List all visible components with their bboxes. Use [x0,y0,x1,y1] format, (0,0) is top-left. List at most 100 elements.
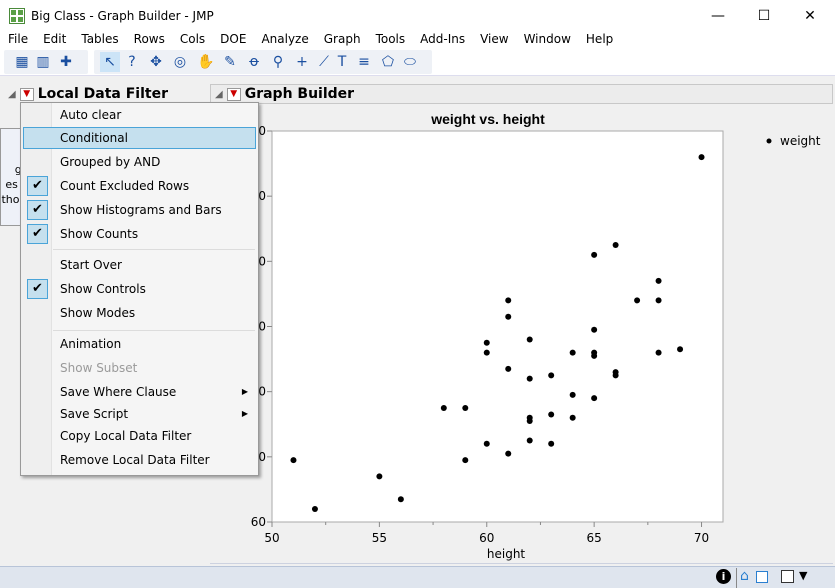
data-point [462,404,469,411]
data-table-icon[interactable]: ▦ [12,52,32,72]
close-button[interactable]: ✕ [787,0,833,32]
data-point [548,411,555,418]
panel-title: Local Data Filter [37,86,168,102]
data-point [548,440,555,447]
data-point [505,450,512,457]
menu-cols[interactable]: Cols [172,32,212,48]
data-point [591,395,598,402]
column-icon[interactable]: ▥ [33,52,53,72]
menu-item-label: Auto clear [60,108,122,122]
target-icon[interactable]: ◎ [170,52,190,72]
data-point [591,326,598,333]
menu-item-show-histograms-and-bars[interactable]: ✔ Show Histograms and Bars [23,199,256,221]
ruler-icon[interactable]: ⟋ [314,52,334,72]
maximize-button[interactable]: ☐ [741,0,787,32]
data-point [290,457,297,464]
menu-item-label: Count Excluded Rows [60,179,190,193]
x-tick-label: 60 [479,531,494,545]
disclosure-triangle-icon[interactable]: ◢ [8,89,16,100]
data-point [677,346,684,353]
menu-item-start-over[interactable]: Start Over [23,254,256,276]
checkmark-icon: ✔ [27,279,48,299]
menu-file[interactable]: File [0,32,35,48]
menu-item-label: Animation [60,337,122,351]
menu-help[interactable]: Help [578,32,620,48]
menu-item-copy-local-data-filter[interactable]: Copy Local Data Filter [23,425,256,447]
plot-area [271,130,724,523]
menu-item-conditional[interactable]: Conditional [23,127,256,149]
data-point [591,251,598,258]
text-annotation-icon[interactable]: T [332,52,352,72]
data-point [483,440,490,447]
help-icon[interactable]: ? [122,52,142,72]
add-data-icon[interactable]: ✚ [56,52,76,72]
x-tick-label: 70 [694,531,709,545]
table-icon[interactable] [756,571,768,583]
data-point [569,414,576,421]
menu-edit[interactable]: Edit [35,32,73,48]
lasso-icon[interactable]: ꝋ [244,52,264,72]
menu-item-show-modes[interactable]: Show Modes [23,302,256,324]
window-title: Big Class - Graph Builder - JMP [31,9,214,23]
toolbar: ▦ ▥ ✚ ↖? ✥ ◎ ✋ ✎ ꝋ ⚲ + ⟋ T ≡ ⬠ ⬭ [0,48,835,76]
menu-graph[interactable]: Graph [316,32,368,48]
context-menu: Auto clear Conditional Grouped by AND ✔ Coun… [20,102,259,476]
data-point [698,154,705,161]
menu-item-label: Grouped by AND [60,155,161,169]
menu-item-label: Show Histograms and Bars [60,203,222,217]
menu-item-count-excluded-rows[interactable]: ✔ Count Excluded Rows [23,175,256,197]
menu-rows[interactable]: Rows [126,32,172,48]
data-point [397,496,404,503]
ellipse-icon[interactable]: ⬭ [400,52,420,72]
plus-icon[interactable]: + [292,52,312,72]
menu-item-label: Remove Local Data Filter [60,453,210,467]
brush-icon[interactable]: ✎ [220,52,240,72]
red-triangle-menu-button[interactable]: ▼ [19,87,34,101]
legend-label: weight [780,134,821,148]
menu-window[interactable]: Window [516,32,578,48]
data-point [612,242,619,249]
menu-view[interactable]: View [472,32,515,48]
minimize-button[interactable]: — [695,0,741,32]
jmp-app-icon [9,8,25,24]
menu-item-save-script[interactable]: Save Script ▶ [23,403,256,425]
menu-item-show-subset: Show Subset [23,357,256,379]
menu-item-animation[interactable]: Animation [23,333,256,355]
menu-add-ins[interactable]: Add-Ins [412,32,472,48]
data-point [548,372,555,379]
menu-tools[interactable]: Tools [368,32,413,48]
arrow-icon[interactable]: ↖ [100,52,120,72]
info-icon[interactable]: i [716,569,731,584]
x-axis-label: height [487,547,526,561]
menu-item-show-counts[interactable]: ✔ Show Counts [23,223,256,245]
data-point [462,457,469,464]
home-icon[interactable]: ⌂ [740,568,749,584]
checkmark-icon: ✔ [27,176,48,196]
menu-item-remove-local-data-filter[interactable]: Remove Local Data Filter [23,449,256,471]
menu-item-save-where-clause[interactable]: Save Where Clause ▶ [23,381,256,403]
color-box[interactable] [781,570,794,583]
hand-icon[interactable]: ✋ [196,52,216,72]
y-tick-label: 60 [251,515,266,529]
polygon-icon[interactable]: ⬠ [378,52,398,72]
data-point [483,339,490,346]
data-point [569,391,576,398]
crosshair-icon[interactable]: ✥ [146,52,166,72]
dropdown-icon[interactable]: ▼ [799,569,807,582]
menu-item-show-controls[interactable]: ✔ Show Controls [23,278,256,300]
menu-item-auto-clear[interactable]: Auto clear [23,104,256,126]
menu-doe[interactable]: DOE [212,32,253,48]
title-bar: Big Class - Graph Builder - JMP — ☐ ✕ [0,0,835,32]
menu-item-label: Conditional [60,131,128,145]
menu-tables[interactable]: Tables [73,32,125,48]
line-icon[interactable]: ≡ [354,52,374,72]
menu-analyze[interactable]: Analyze [253,32,315,48]
data-point [655,277,662,284]
menu-separator [53,330,255,331]
menu-item-grouped-by-and[interactable]: Grouped by AND [23,151,256,173]
magnifier-icon[interactable]: ⚲ [268,52,288,72]
x-tick-label: 65 [587,531,602,545]
data-point [505,297,512,304]
menu-item-label: Show Subset [60,361,138,375]
data-point [440,404,447,411]
